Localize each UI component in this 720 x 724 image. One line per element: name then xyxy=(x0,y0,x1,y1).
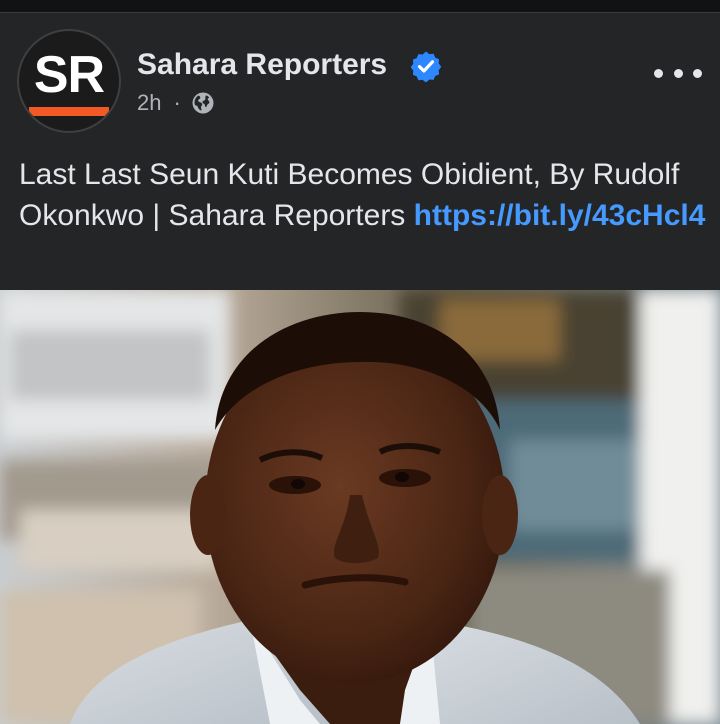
more-dot-icon xyxy=(673,68,683,78)
avatar-logo-text: SR xyxy=(33,46,105,104)
post-card: SR Sahara Reporters 2h · Last Last Seun … xyxy=(0,13,720,724)
post-meta: 2h · xyxy=(137,89,215,117)
feed-divider xyxy=(0,0,720,13)
portrait-image xyxy=(0,290,720,724)
more-options-button[interactable] xyxy=(654,61,702,85)
meta-separator: · xyxy=(173,90,181,115)
page-name-link[interactable]: Sahara Reporters xyxy=(137,48,387,82)
avatar-logo-bar xyxy=(29,107,109,116)
globe-icon[interactable] xyxy=(191,91,215,115)
more-dot-icon xyxy=(693,68,702,78)
verified-badge-icon xyxy=(410,51,442,82)
more-dot-icon xyxy=(654,68,663,78)
post-timestamp[interactable]: 2h xyxy=(137,90,161,116)
post-photo[interactable] xyxy=(0,290,720,724)
post-message: Last Last Seun Kuti Becomes Obidient, By… xyxy=(19,154,709,236)
page-avatar[interactable]: SR xyxy=(17,29,121,133)
post-link[interactable]: https://bit.ly/43cHcl4 xyxy=(414,199,706,232)
